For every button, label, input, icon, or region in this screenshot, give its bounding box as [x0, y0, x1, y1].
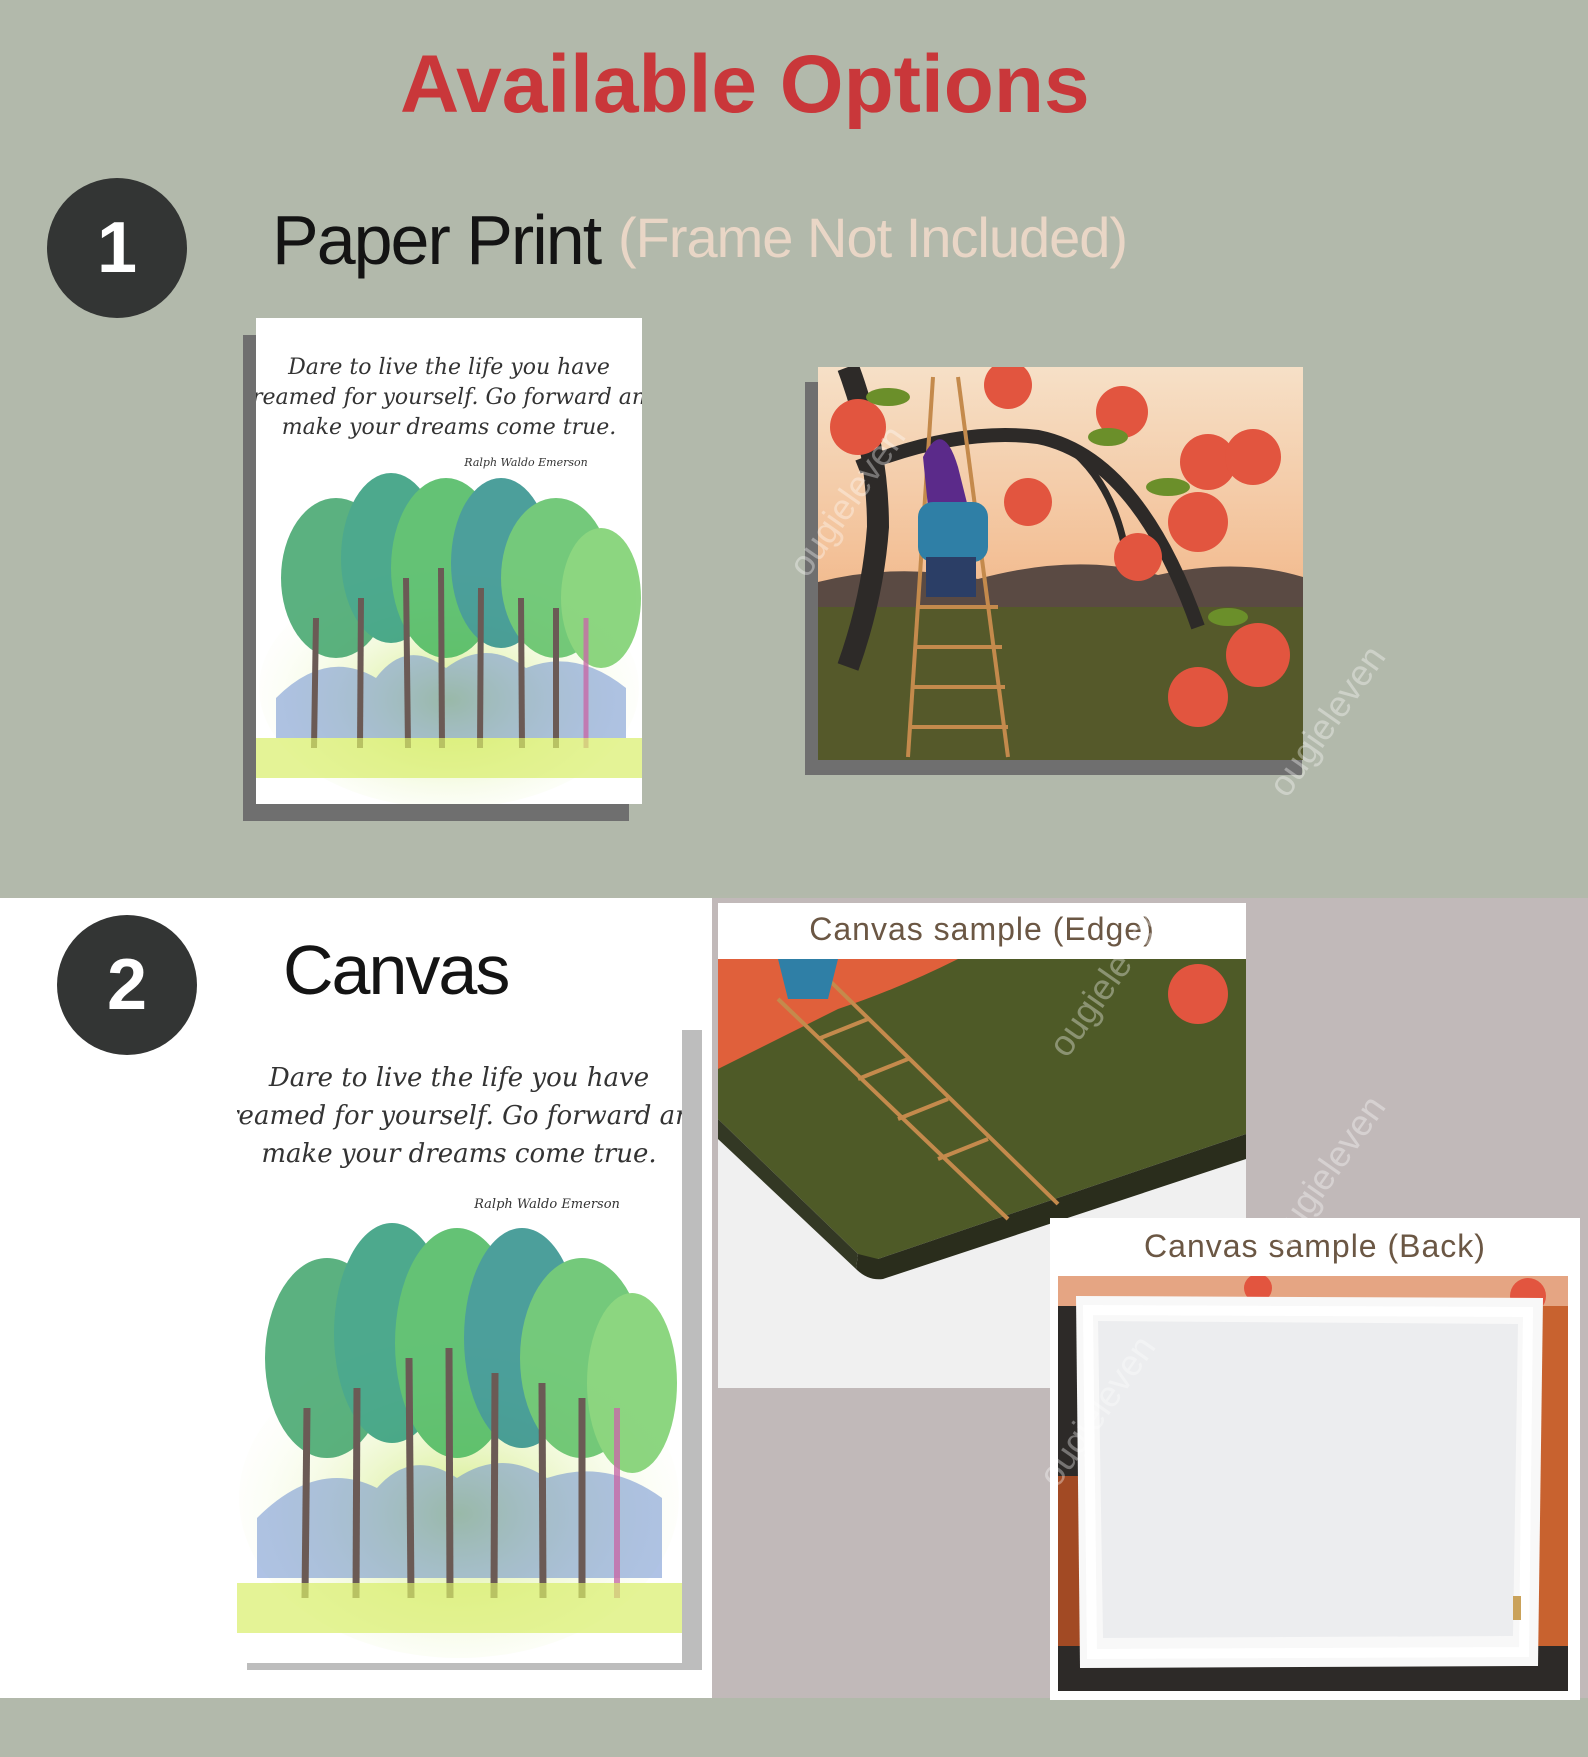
option-1-label: Paper Print [272, 201, 602, 279]
svg-text:dreamed for yourself. Go forwa: dreamed for yourself. Go forward and [256, 385, 642, 410]
option-2-label: Canvas [283, 931, 510, 1009]
option-1-note: (Frame Not Included) [618, 206, 1128, 269]
option-2-number-badge: 2 [57, 915, 197, 1055]
top-section-background [0, 0, 1588, 895]
svg-text:make your dreams come true.: make your dreams come true. [282, 415, 617, 440]
svg-text:Ralph Waldo Emerson: Ralph Waldo Emerson [473, 1197, 620, 1212]
paper-print-apple-tree-image [818, 367, 1303, 760]
canvas-back-label: Canvas sample (Back) [1144, 1228, 1486, 1264]
forest-watercolor-illustration: Dare to live the life you have dreamed f… [256, 355, 642, 804]
svg-text:Dare to live the life you have: Dare to live the life you have [268, 1063, 649, 1093]
paper-print-forest-image: Dare to live the life you have dreamed f… [256, 318, 642, 804]
svg-text:dreamed for yourself. Go forwa: dreamed for yourself. Go forward and [237, 1101, 682, 1131]
apple-tree-illustration [818, 367, 1303, 760]
svg-text:Dare to live the life you have: Dare to live the life you have [287, 355, 610, 380]
page-title: Available Options [400, 39, 1090, 130]
canvas-back-illustration [1058, 1276, 1568, 1691]
canvas-forest-illustration: Dare to live the life you have dreamed f… [237, 1063, 682, 1658]
svg-text:make your dreams come true.: make your dreams come true. [261, 1139, 656, 1169]
canvas-edge-label: Canvas sample (Edge) [809, 911, 1155, 947]
listing-image: Available Options 1 Paper Print (Frame N… [0, 0, 1588, 1757]
bottom-strip [0, 1698, 1588, 1757]
canvas-forest-image: Dare to live the life you have dreamed f… [237, 1018, 682, 1663]
canvas-back-sample-image: Canvas sample (Back) [1050, 1218, 1580, 1700]
option-1-number-badge: 1 [47, 178, 187, 318]
svg-text:Ralph Waldo Emerson: Ralph Waldo Emerson [463, 456, 587, 469]
